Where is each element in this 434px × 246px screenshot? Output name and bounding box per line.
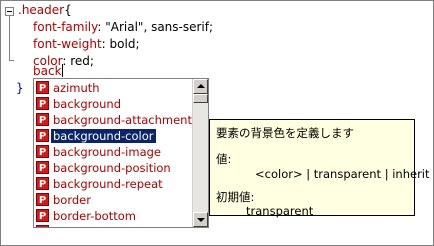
autocomplete-item-label: border-bottom	[53, 209, 136, 223]
autocomplete-item-label: border-bottom-color	[51, 225, 170, 227]
autocomplete-item[interactable]: Pborder	[34, 192, 194, 208]
property-icon: P	[36, 81, 49, 94]
autocomplete-item-label: azimuth	[53, 81, 100, 95]
autocomplete-item[interactable]: Pbackground-repeat	[34, 176, 194, 192]
autocomplete-item[interactable]: Pbackground	[34, 96, 194, 112]
tooltip-description: 要素の背景色を定義します	[216, 126, 354, 140]
property-value: bold;	[105, 37, 140, 51]
autocomplete-item-label: background-color	[50, 128, 157, 144]
scroll-thumb[interactable]	[193, 94, 208, 103]
autocomplete-scrollbar[interactable]	[192, 79, 208, 227]
tooltip-value-label: 値:	[216, 152, 232, 166]
scroll-down-button[interactable]	[193, 212, 208, 227]
scroll-up-button[interactable]	[193, 79, 208, 94]
autocomplete-item-label: background-image	[53, 145, 161, 159]
property-icon: P	[36, 97, 49, 110]
autocomplete-item[interactable]: Pbackground-position	[34, 160, 194, 176]
code-line-2[interactable]: font-weight: bold;	[33, 36, 140, 53]
property-icon: P	[36, 193, 49, 206]
autocomplete-item-label: border	[53, 193, 91, 207]
closing-brace: }	[16, 81, 24, 95]
property-value: "Arial", sans-serif;	[101, 20, 214, 34]
property-icon: P	[36, 145, 49, 158]
property-icon: P	[36, 177, 49, 190]
tooltip-value: <color> | transparent | inherit	[255, 167, 430, 181]
code-line-selector[interactable]: .header{	[18, 2, 72, 19]
css-selector: .header	[18, 3, 65, 17]
autocomplete-item[interactable]: Pborder-bottom-color	[34, 224, 194, 227]
property-tooltip: 要素の背景色を定義します 値: <color> | transparent | …	[209, 119, 430, 218]
autocomplete-item-label: background-attachment	[53, 113, 192, 127]
autocomplete-list[interactable]: Pazimuth Pbackground Pbackground-attachmen…	[34, 79, 194, 227]
autocomplete-item[interactable]: Pazimuth	[34, 80, 194, 96]
autocomplete-item[interactable]: Pbackground-color	[34, 128, 194, 144]
code-line-1[interactable]: font-family: "Arial", sans-serif;	[33, 19, 213, 36]
property-icon: P	[36, 161, 49, 174]
typed-text: back	[33, 64, 62, 78]
property-name: font-weight	[33, 37, 102, 51]
fold-guide-end	[9, 60, 14, 61]
autocomplete-item-label: background-repeat	[53, 177, 163, 191]
property-icon: P	[36, 113, 49, 126]
property-value: red;	[66, 54, 94, 68]
collapse-toggle-icon[interactable]	[5, 7, 14, 16]
autocomplete-item[interactable]: Pbackground-image	[34, 144, 194, 160]
property-icon: P	[36, 225, 49, 227]
autocomplete-item-label: background	[53, 97, 122, 111]
text-caret	[61, 64, 63, 77]
fold-guide-line	[9, 16, 10, 60]
tooltip-initial-label: 初期値:	[216, 190, 255, 204]
tooltip-initial-value: transparent	[246, 204, 314, 218]
open-brace: {	[64, 3, 72, 17]
autocomplete-popup[interactable]: Pazimuth Pbackground Pbackground-attachmen…	[33, 78, 209, 228]
property-name: font-family	[33, 20, 98, 34]
property-icon: P	[36, 129, 49, 142]
autocomplete-item[interactable]: Pbackground-attachment	[34, 112, 194, 128]
autocomplete-item[interactable]: Pborder-bottom	[34, 208, 194, 224]
autocomplete-item-label: background-position	[53, 161, 171, 175]
property-icon: P	[36, 209, 49, 222]
